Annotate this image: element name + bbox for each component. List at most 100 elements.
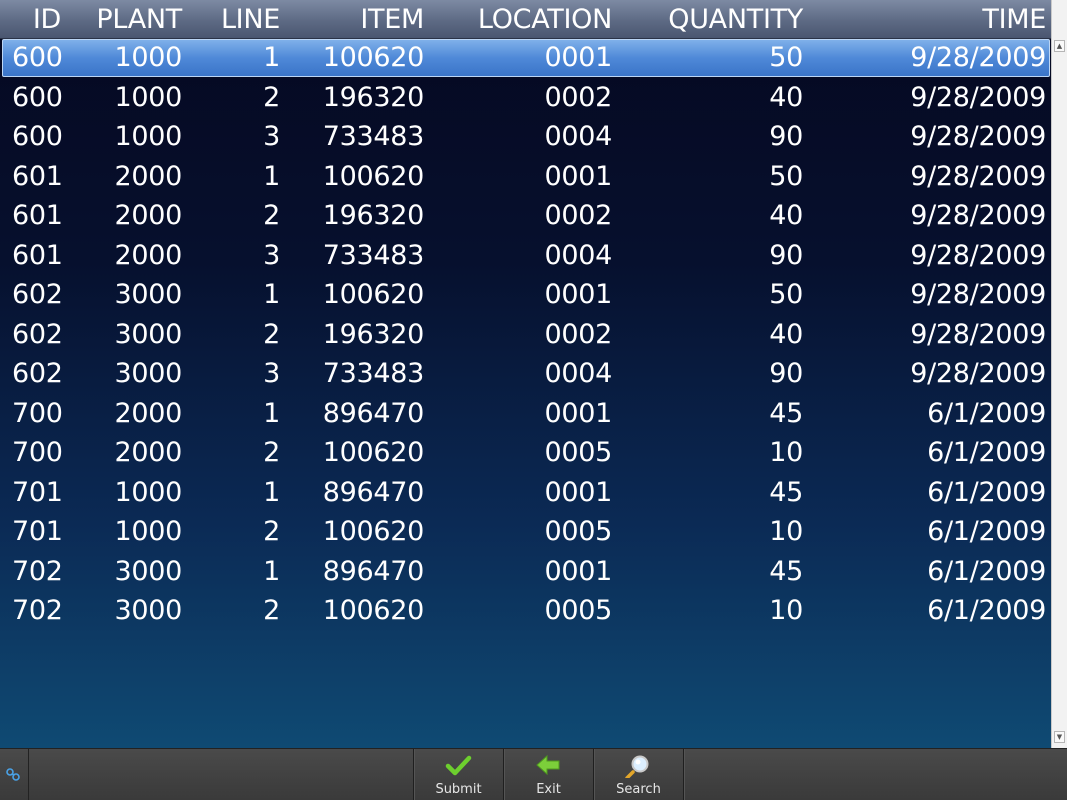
cell-location: 0001 (544, 555, 612, 587)
column-header-id[interactable]: ID (0, 0, 61, 38)
table-row[interactable]: 701 1000 2 100620 0005 10 6/1/2009 (0, 512, 1051, 552)
cell-time: 6/1/2009 (927, 516, 1046, 547)
cell-line: 1 (263, 555, 280, 587)
cell-location: 0004 (544, 358, 612, 389)
search-button-label: Search (616, 782, 661, 797)
table-row[interactable]: 600 1000 2 196320 0002 40 9/28/2009 (0, 78, 1051, 118)
cell-plant: 3000 (114, 595, 182, 626)
cell-line: 1 (263, 160, 280, 192)
scroll-down-arrow-icon[interactable]: ▼ (1054, 731, 1065, 743)
column-header-quantity[interactable]: QUANTITY (620, 0, 803, 38)
cell-item: 733483 (322, 358, 425, 389)
column-header-plant[interactable]: PLANT (70, 0, 182, 38)
table-row[interactable]: 602 3000 3 733483 0004 90 9/28/2009 (0, 354, 1051, 394)
cell-time: 9/28/2009 (910, 239, 1046, 271)
cell-plant: 3000 (114, 279, 182, 310)
cell-item: 100620 (322, 516, 425, 547)
cell-quantity: 90 (769, 239, 803, 271)
table-row-selected[interactable]: 600 1000 1 100620 0001 50 9/28/2009 (0, 38, 1051, 78)
cell-time: 6/1/2009 (927, 397, 1046, 429)
cell-location: 0004 (544, 239, 612, 271)
cell-time: 9/28/2009 (910, 121, 1046, 152)
cell-time: 9/28/2009 (910, 358, 1046, 389)
cell-id: 601 (12, 200, 63, 231)
table-row[interactable]: 602 3000 1 100620 0001 50 9/28/2009 (0, 275, 1051, 315)
table-row[interactable]: 700 2000 1 896470 0001 45 6/1/2009 (0, 394, 1051, 434)
cell-time: 9/28/2009 (910, 318, 1046, 350)
cell-line: 3 (263, 239, 280, 271)
table-row[interactable]: 700 2000 2 100620 0005 10 6/1/2009 (0, 433, 1051, 473)
cell-line: 2 (263, 516, 280, 547)
search-button[interactable]: Search (594, 749, 683, 800)
table-row[interactable]: 601 2000 2 196320 0002 40 9/28/2009 (0, 196, 1051, 236)
cell-location: 0002 (544, 318, 612, 350)
cell-item: 196320 (322, 81, 425, 113)
cell-line: 2 (263, 437, 280, 468)
cell-location: 0001 (544, 42, 612, 73)
table-row[interactable]: 601 2000 1 100620 0001 50 9/28/2009 (0, 157, 1051, 197)
cell-plant: 1000 (114, 121, 182, 152)
cell-id: 701 (12, 476, 63, 508)
table-row[interactable]: 600 1000 3 733483 0004 90 9/28/2009 (0, 117, 1051, 157)
magnifier-icon (594, 754, 683, 780)
cell-item: 733483 (322, 121, 425, 152)
cell-id: 601 (12, 160, 63, 192)
column-header-time[interactable]: TIME (820, 0, 1046, 38)
cell-item: 196320 (322, 200, 425, 231)
table-row[interactable]: 702 3000 2 100620 0005 10 6/1/2009 (0, 591, 1051, 631)
table-row[interactable]: 602 3000 2 196320 0002 40 9/28/2009 (0, 315, 1051, 355)
cell-time: 6/1/2009 (927, 595, 1046, 626)
cell-quantity: 90 (769, 358, 803, 389)
table-row[interactable]: 701 1000 1 896470 0001 45 6/1/2009 (0, 473, 1051, 513)
data-grid: ID PLANT LINE ITEM LOCATION QUANTITY TIM… (0, 0, 1051, 748)
cell-id: 702 (12, 555, 63, 587)
column-header-line[interactable]: LINE (190, 0, 280, 38)
cell-plant: 3000 (114, 358, 182, 389)
scroll-up-arrow-icon[interactable]: ▲ (1054, 40, 1065, 52)
cell-quantity: 10 (769, 595, 803, 626)
column-header-location[interactable]: LOCATION (440, 0, 612, 38)
exit-button[interactable]: Exit (504, 749, 593, 800)
cell-time: 9/28/2009 (910, 42, 1046, 73)
cell-quantity: 40 (769, 200, 803, 231)
cell-plant: 2000 (114, 397, 182, 429)
cell-plant: 1000 (114, 81, 182, 113)
cell-location: 0005 (544, 595, 612, 626)
cell-line: 2 (263, 200, 280, 231)
app-window: ID PLANT LINE ITEM LOCATION QUANTITY TIM… (0, 0, 1067, 800)
cell-line: 1 (263, 476, 280, 508)
exit-button-label: Exit (536, 782, 561, 797)
cell-plant: 2000 (114, 437, 182, 468)
table-body: 600 1000 1 100620 0001 50 9/28/2009 600 1000 2 196… (0, 38, 1051, 631)
cell-time: 6/1/2009 (927, 437, 1046, 468)
arrow-left-icon (504, 754, 593, 778)
cell-time: 6/1/2009 (927, 555, 1046, 587)
cell-quantity: 10 (769, 516, 803, 547)
cell-quantity: 40 (769, 318, 803, 350)
cell-quantity: 45 (769, 476, 803, 508)
submit-button[interactable]: Submit (414, 749, 503, 800)
cell-plant: 3000 (114, 318, 182, 350)
cell-line: 3 (263, 121, 280, 152)
cell-id: 602 (12, 279, 63, 310)
table-row[interactable]: 702 3000 1 896470 0001 45 6/1/2009 (0, 552, 1051, 592)
column-header-item[interactable]: ITEM (290, 0, 424, 38)
cell-location: 0005 (544, 437, 612, 468)
table-row[interactable]: 601 2000 3 733483 0004 90 9/28/2009 (0, 236, 1051, 276)
cell-id: 602 (12, 318, 63, 350)
cell-quantity: 10 (769, 437, 803, 468)
cell-line: 1 (263, 279, 280, 310)
cell-item: 896470 (322, 555, 425, 587)
cell-item: 100620 (322, 279, 425, 310)
cell-id: 700 (12, 397, 63, 429)
cell-time: 9/28/2009 (910, 279, 1046, 310)
cell-location: 0002 (544, 81, 612, 113)
vertical-scrollbar[interactable]: ▲ ▼ (1051, 0, 1067, 748)
cell-id: 602 (12, 358, 63, 389)
cell-time: 9/28/2009 (910, 200, 1046, 231)
cell-line: 2 (263, 81, 280, 113)
cell-id: 600 (12, 42, 63, 73)
cell-item: 100620 (322, 42, 425, 73)
cell-id: 701 (12, 516, 63, 547)
link-button[interactable] (0, 749, 29, 800)
